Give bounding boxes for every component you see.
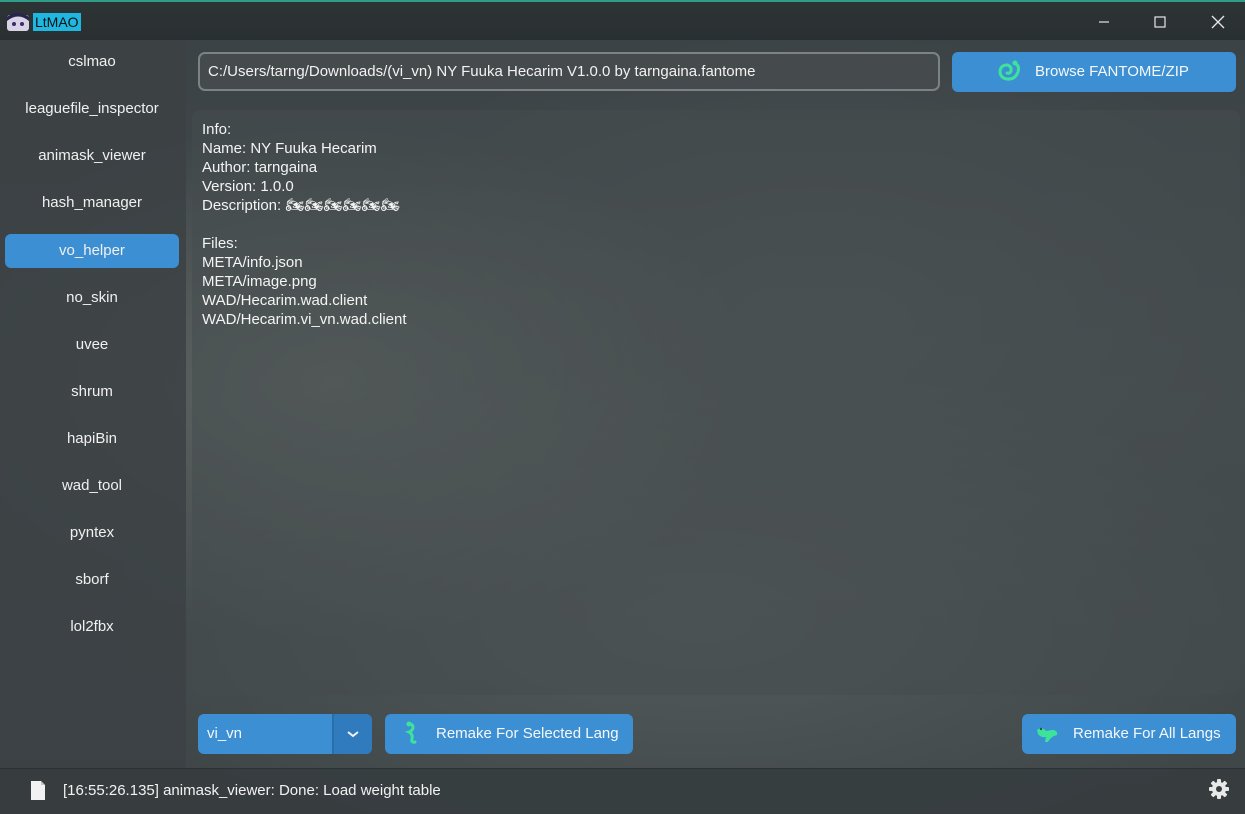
info-line: WAD/Hecarim.wad.client: [202, 292, 368, 309]
status-bar: [16:55:26.135] animask_viewer: Done: Loa…: [0, 768, 1245, 814]
info-line: Name: NY Fuuka Hecarim: [202, 140, 377, 157]
sidebar-item-wad-tool[interactable]: wad_tool: [5, 469, 179, 503]
settings-gear-icon[interactable]: [1208, 778, 1230, 805]
sidebar-item-pyntex[interactable]: pyntex: [5, 516, 179, 550]
status-message: [16:55:26.135] animask_viewer: Done: Loa…: [63, 782, 441, 799]
green-dinosaur-icon: [1034, 722, 1060, 744]
sidebar-item-leaguefile-inspector[interactable]: leaguefile_inspector: [5, 92, 179, 126]
browse-button-label: Browse FANTOME/ZIP: [1035, 63, 1189, 80]
remake-all-langs-button[interactable]: Remake For All Langs: [1022, 714, 1236, 754]
sidebar-item-hash-manager[interactable]: hash_manager: [5, 186, 179, 220]
language-select-value: vi_vn: [207, 725, 243, 742]
info-line: Author: tarngaina: [202, 159, 318, 176]
minimize-icon: [1099, 21, 1109, 23]
sidebar-item-animask-viewer[interactable]: animask_viewer: [5, 139, 179, 173]
info-line: META/info.json: [202, 254, 303, 271]
info-line: Description: 🏍🏍🏍🏍🏍🏍: [202, 197, 400, 214]
title-bar: LtMAO: [0, 0, 1245, 40]
close-icon: [1211, 15, 1225, 29]
mod-info-text: Info: Name: NY Fuuka Hecarim Author: tar…: [202, 120, 407, 329]
sidebar-item-hapibin[interactable]: hapiBin: [5, 422, 179, 456]
sidebar-item-shrum[interactable]: shrum: [5, 375, 179, 409]
language-select[interactable]: vi_vn: [198, 714, 372, 754]
sidebar-item-vo-helper[interactable]: vo_helper: [5, 234, 179, 268]
sidebar-item-no-skin[interactable]: no_skin: [5, 281, 179, 315]
info-line: WAD/Hecarim.vi_vn.wad.client: [202, 311, 407, 328]
app-title: LtMAO: [33, 13, 81, 31]
remake-all-label: Remake For All Langs: [1073, 725, 1221, 742]
language-dropdown-button[interactable]: [334, 714, 372, 754]
sidebar-item-lol2fbx[interactable]: lol2fbx: [5, 610, 179, 644]
remake-selected-lang-button[interactable]: Remake For Selected Lang: [385, 714, 633, 754]
minimize-button[interactable]: [1089, 8, 1119, 36]
info-line: META/image.png: [202, 273, 317, 290]
close-button[interactable]: [1203, 8, 1233, 36]
mod-info-panel: Info: Name: NY Fuuka Hecarim Author: tar…: [192, 110, 1240, 695]
info-line: [202, 215, 407, 234]
chevron-down-icon: [347, 731, 359, 738]
green-seahorse-icon: [401, 721, 421, 745]
app-logo-icon: [6, 12, 30, 32]
sidebar-item-sborf[interactable]: sborf: [5, 563, 179, 597]
sidebar: cslmao leaguefile_inspector animask_view…: [0, 40, 186, 768]
green-dragon-icon: [996, 59, 1022, 83]
maximize-button[interactable]: [1145, 8, 1175, 36]
info-line: Info:: [202, 121, 232, 138]
sidebar-item-cslmao[interactable]: cslmao: [5, 45, 179, 79]
sidebar-item-uvee[interactable]: uvee: [5, 328, 179, 362]
remake-selected-label: Remake For Selected Lang: [436, 725, 619, 742]
info-line: Files:: [202, 235, 238, 252]
vo-helper-panel: Browse FANTOME/ZIP Info: Name: NY Fuuka …: [186, 40, 1245, 768]
info-line: Version: 1.0.0: [202, 178, 294, 195]
browse-fantome-button[interactable]: Browse FANTOME/ZIP: [952, 52, 1236, 92]
file-path-input[interactable]: [198, 52, 940, 91]
maximize-icon: [1154, 16, 1166, 28]
log-document-icon[interactable]: [30, 780, 46, 806]
